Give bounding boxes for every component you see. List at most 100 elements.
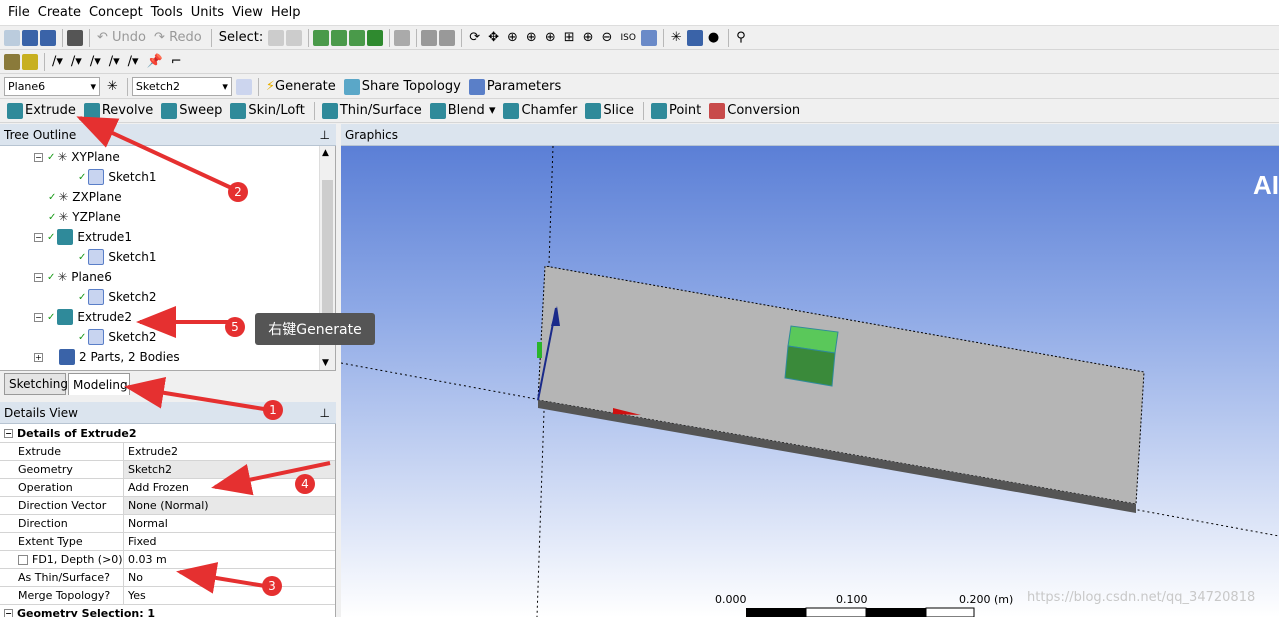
line-tool-2-icon[interactable]: ∕▾ xyxy=(68,52,85,72)
skin-loft-button[interactable]: Skin/Loft xyxy=(227,101,307,121)
save-as-icon[interactable] xyxy=(40,29,56,46)
share-topology-button[interactable]: Share Topology xyxy=(341,77,464,97)
rotate-icon[interactable]: ⟳ xyxy=(466,28,483,48)
tree-item-parts[interactable]: +2 Parts, 2 Bodies xyxy=(34,347,180,367)
tree-item-plane6[interactable]: − ✓ ✳ Plane6 xyxy=(34,267,112,287)
tree-item-sketch2[interactable]: ✓ Sketch2 xyxy=(78,327,156,347)
details-row[interactable]: Extent Type Fixed xyxy=(0,533,335,551)
new-sketch-icon[interactable] xyxy=(235,78,252,95)
plate-body[interactable] xyxy=(537,265,1145,505)
sketch-select[interactable]: Sketch2 ▾ xyxy=(131,77,232,96)
zoom-out-icon[interactable]: ⊖ xyxy=(599,28,616,48)
details-row[interactable]: FD1, Depth (>0) 0.03 m xyxy=(0,551,335,569)
new-plane-icon[interactable]: ✳ xyxy=(104,77,121,97)
line-tool-5-icon[interactable]: ∕▾ xyxy=(125,52,142,72)
collapse-icon[interactable]: − xyxy=(4,609,13,617)
menu-file[interactable]: File xyxy=(8,5,30,20)
details-section-geometry-selection[interactable]: − Geometry Selection: 1 xyxy=(0,605,335,617)
tab-sketching[interactable]: Sketching xyxy=(4,373,68,395)
parameter-checkbox[interactable] xyxy=(18,554,28,565)
face-display-icon[interactable] xyxy=(4,53,20,70)
blend-button[interactable]: Blend ▾ xyxy=(427,101,499,121)
details-row[interactable]: Geometry Sketch2 xyxy=(0,461,335,479)
tab-modeling[interactable]: Modeling xyxy=(68,373,130,395)
redo-icon: ↷ xyxy=(154,30,165,45)
pan-icon[interactable]: ✥ xyxy=(485,28,502,48)
chamfer-icon xyxy=(503,102,520,119)
plane-select[interactable]: Plane6 ▾ xyxy=(4,77,100,96)
conversion-button[interactable]: Conversion xyxy=(706,101,803,121)
zoom-window-icon[interactable]: ⊞ xyxy=(561,28,578,48)
slice-button[interactable]: Slice xyxy=(582,101,637,121)
select-filter-icon[interactable] xyxy=(286,29,303,46)
point-display-icon[interactable]: ● xyxy=(705,28,722,48)
plane-display-icon[interactable]: ✳ xyxy=(668,28,685,48)
iso-view-icon[interactable]: ISO xyxy=(617,28,638,48)
edge-display-icon[interactable] xyxy=(22,53,38,70)
details-row[interactable]: Direction Vector None (Normal) xyxy=(0,497,335,515)
zoom-in-icon[interactable]: ⊕ xyxy=(580,28,597,48)
select-body-icon[interactable] xyxy=(367,29,384,46)
details-row[interactable]: Operation Add Frozen xyxy=(0,479,335,497)
tree-item-yzplane[interactable]: ✓ ✳ YZPlane xyxy=(48,207,121,227)
select-mode-icon[interactable] xyxy=(268,29,285,46)
details-row[interactable]: As Thin/Surface? No xyxy=(0,569,335,587)
undo-button[interactable]: ↶ Undo xyxy=(94,28,149,48)
tree-item-sketch1[interactable]: ✓ Sketch1 xyxy=(78,247,156,267)
scroll-down-icon[interactable]: ▼ xyxy=(322,358,329,368)
tree-item-xyplane[interactable]: − ✓ ✳ XYPlane xyxy=(34,147,120,167)
point-button[interactable]: Point xyxy=(648,101,704,121)
tree-item-extrude1[interactable]: − ✓ Extrude1 xyxy=(34,227,132,247)
thin-surface-button[interactable]: Thin/Surface xyxy=(319,101,425,121)
chevron-down-icon: ▾ xyxy=(222,80,228,93)
details-row[interactable]: Direction Normal xyxy=(0,515,335,533)
details-row[interactable]: Extrude Extrude2 xyxy=(0,443,335,461)
display-mode-icon[interactable] xyxy=(640,29,657,46)
graphics-viewport[interactable]: AI 0.000 0.100 0.200 (m) https://blog.cs… xyxy=(341,146,1279,617)
box-select-2-icon[interactable] xyxy=(439,29,456,46)
pin-icon[interactable]: ⊥ xyxy=(320,128,330,142)
tree-item-extrude2[interactable]: − ✓ Extrude2 xyxy=(34,307,132,327)
tree-item-zxplane[interactable]: ✓ ✳ ZXPlane xyxy=(48,187,122,207)
redo-button[interactable]: ↷ Redo xyxy=(151,28,205,48)
scroll-up-icon[interactable]: ▲ xyxy=(322,148,329,158)
tree-item-sketch2[interactable]: ✓ Sketch2 xyxy=(78,287,156,307)
menu-concept[interactable]: Concept xyxy=(89,5,143,20)
model-display-icon[interactable] xyxy=(686,29,703,46)
revolve-icon xyxy=(83,102,100,119)
zoom-box-icon[interactable]: ⊕ xyxy=(523,28,540,48)
extrude-icon xyxy=(57,309,74,325)
details-row[interactable]: Merge Topology? Yes xyxy=(0,587,335,605)
menu-tools[interactable]: Tools xyxy=(151,5,183,20)
generate-button[interactable]: ⚡ Generate xyxy=(263,77,339,97)
parameters-button[interactable]: Parameters xyxy=(466,77,564,97)
zoom-fit-icon[interactable]: ⊕ xyxy=(542,28,559,48)
tree-item-sketch1[interactable]: ✓ Sketch1 xyxy=(78,167,156,187)
chamfer-button[interactable]: Chamfer xyxy=(500,101,580,121)
pin-icon[interactable]: ⊥ xyxy=(320,406,330,420)
zoom-icon[interactable]: ⊕ xyxy=(504,28,521,48)
select-edge-icon[interactable] xyxy=(331,29,348,46)
select-point-icon[interactable] xyxy=(313,29,330,46)
menu-units[interactable]: Units xyxy=(191,5,224,20)
box-select-icon[interactable] xyxy=(421,29,438,46)
new-icon[interactable] xyxy=(4,29,20,46)
line-tool-3-icon[interactable]: ∕▾ xyxy=(87,52,104,72)
line-tool-4-icon[interactable]: ∕▾ xyxy=(106,52,123,72)
extend-selection-icon[interactable] xyxy=(394,29,411,46)
scale-label-2: 0.200 (m) xyxy=(959,593,1014,606)
menu-help[interactable]: Help xyxy=(271,5,301,20)
menu-view[interactable]: View xyxy=(232,5,263,20)
collapse-icon[interactable]: − xyxy=(4,429,13,438)
select-face-icon[interactable] xyxy=(349,29,366,46)
pin-icon[interactable]: 📌 xyxy=(144,52,166,72)
camera-icon[interactable] xyxy=(67,29,83,46)
line-tool-1-icon[interactable]: ∕▾ xyxy=(49,52,66,72)
revolve-button[interactable]: Revolve xyxy=(81,101,156,121)
sweep-button[interactable]: Sweep xyxy=(158,101,225,121)
flag-icon[interactable]: ⌐ xyxy=(168,52,185,72)
menu-create[interactable]: Create xyxy=(38,5,81,20)
extrude-button[interactable]: Extrude xyxy=(4,101,79,121)
save-icon[interactable] xyxy=(22,29,38,46)
ruler-icon[interactable]: ⚲ xyxy=(733,28,749,48)
